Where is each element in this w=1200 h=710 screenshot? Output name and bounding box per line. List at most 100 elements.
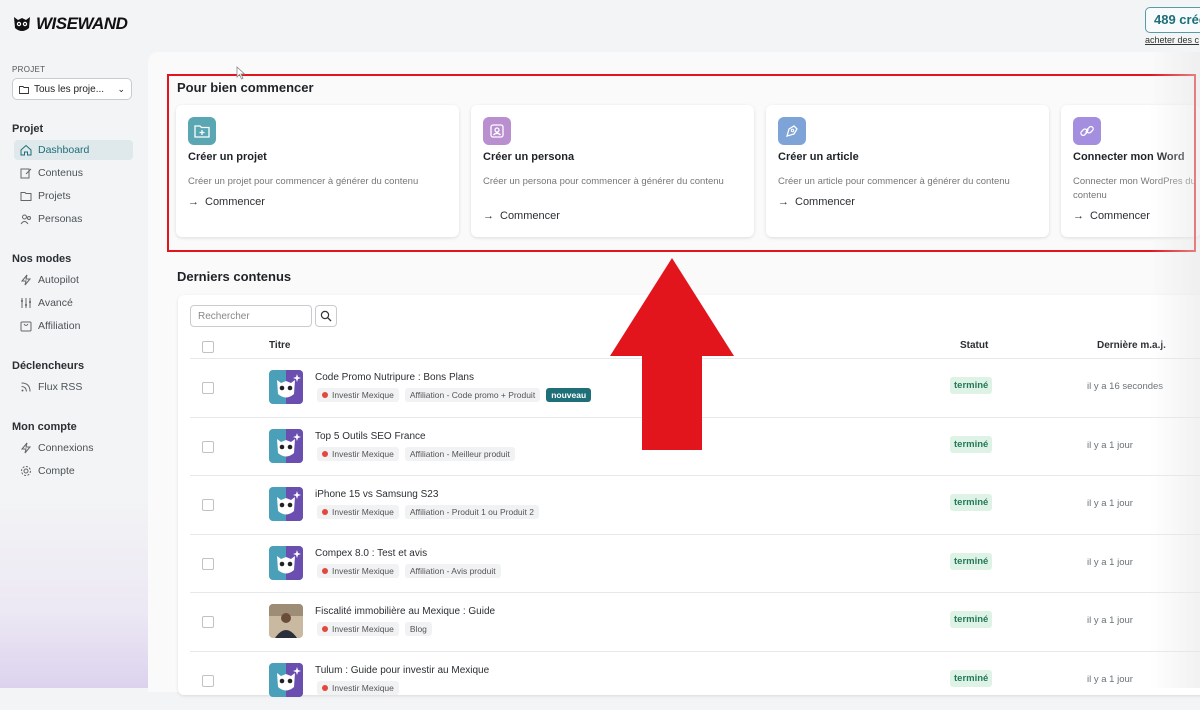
select-all-checkbox[interactable] [202, 341, 214, 353]
content-thumbnail [269, 428, 303, 463]
type-tag: Affiliation - Avis produit [404, 563, 501, 578]
updated-date: il y a 1 jour [1087, 439, 1133, 451]
project-dot-icon [322, 626, 328, 633]
highlight-box [167, 74, 1196, 252]
table-row[interactable]: Compex 8.0 : Test et avis Investir Mexiqu… [190, 533, 1200, 593]
edit-icon [20, 168, 32, 179]
status-badge: terminé [950, 435, 993, 453]
project-dot-icon [322, 450, 328, 457]
content-title[interactable]: Fiscalité immobilière au Mexique : Guide [315, 606, 495, 617]
nav-heading-projet: Projet [12, 123, 44, 135]
type-tag: Affiliation - Produit 1 ou Produit 2 [404, 505, 539, 520]
plug-icon [20, 442, 32, 454]
project-tag-label: Investir Mexique [332, 448, 394, 459]
content-thumbnail [269, 487, 303, 522]
project-dot-icon [322, 392, 328, 398]
users-icon [20, 214, 31, 225]
row-checkbox[interactable] [202, 499, 214, 512]
content-tags: Investir Mexique [317, 681, 399, 695]
type-tag: Affiliation - Meilleur produit [404, 446, 515, 461]
owl-logo-icon [14, 17, 30, 31]
updated-date: il y a 1 jour [1087, 498, 1133, 510]
sidebar-item-avance[interactable]: Avancé [14, 293, 133, 313]
content-thumbnail [269, 370, 303, 404]
project-tag: Investir Mexique [317, 681, 399, 695]
status-badge: terminé [950, 494, 993, 512]
column-header-updated[interactable]: Dernière m.a.j. [1097, 340, 1166, 351]
sidebar-item-label: Avancé [38, 297, 73, 309]
project-tag-label: Investir Mexique [332, 390, 394, 400]
content-title[interactable]: Compex 8.0 : Test et avis [315, 548, 427, 559]
content-tags: Investir Mexique Affiliation - Avis produ… [317, 563, 501, 578]
updated-date: il y a 16 secondes [1087, 381, 1164, 392]
project-tag-label: Investir Mexique [332, 507, 394, 518]
sidebar-item-label: Connexions [38, 442, 94, 454]
project-tag: Investir Mexique [317, 388, 399, 402]
sidebar-item-autopilot[interactable]: Autopilot [14, 270, 133, 290]
row-checkbox[interactable] [202, 557, 214, 570]
row-checkbox[interactable] [202, 382, 214, 394]
content-tags: Investir Mexique Affiliation - Meilleur p… [317, 446, 515, 461]
content-tags: Investir Mexique Affiliation - Code promo… [317, 388, 592, 402]
sidebar-item-label: Autopilot [38, 274, 79, 286]
sidebar-item-projets[interactable]: Projets [14, 186, 133, 206]
brand-logo[interactable]: WISEWAND [12, 14, 128, 34]
sidebar-item-personas[interactable]: Personas [14, 209, 133, 229]
sidebar-item-affiliation[interactable]: Affiliation [14, 316, 133, 336]
top-bar: WISEWAND 489 créd acheter des c [0, 0, 1200, 52]
project-tag: Investir Mexique [317, 446, 399, 461]
sidebar-item-label: Flux RSS [38, 381, 83, 393]
status-badge: terminé [950, 670, 993, 687]
content-title[interactable]: Code Promo Nutripure : Bons Plans [315, 372, 474, 383]
sidebar-item-connexions[interactable]: Connexions [14, 438, 133, 458]
content-thumbnail [269, 663, 303, 697]
chevron-down-icon: ⌄ [117, 83, 125, 94]
content-tags: Investir Mexique Blog [317, 622, 432, 637]
table-row[interactable]: Fiscalité immobilière au Mexique : Guide… [190, 592, 1200, 651]
sidebar-item-label: Projets [38, 190, 71, 202]
sidebar-item-label: Affiliation [38, 320, 81, 332]
content-title[interactable]: Top 5 Outils SEO France [315, 431, 426, 442]
sidebar-item-contenus[interactable]: Contenus [14, 163, 133, 183]
nav-heading-declencheurs: Déclencheurs [12, 360, 85, 372]
type-tag: Blog [404, 622, 432, 637]
column-header-title[interactable]: Titre [269, 340, 291, 351]
search-input[interactable]: Rechercher [190, 305, 312, 327]
project-label: PROJET [12, 65, 46, 74]
buy-credits-link[interactable]: acheter des c [1145, 35, 1199, 45]
status-badge: terminé [950, 377, 993, 394]
type-tag: Affiliation - Code promo + Produit [404, 388, 541, 402]
content-title[interactable]: Tulum : Guide pour investir au Mexique [315, 665, 489, 676]
column-header-status[interactable]: Statut [960, 340, 988, 351]
project-tag: Investir Mexique [317, 563, 399, 578]
credits-badge[interactable]: 489 créd [1145, 7, 1200, 33]
project-select[interactable]: Tous les proje... ⌄ [12, 78, 132, 100]
project-dot-icon [322, 509, 328, 516]
mouse-cursor-icon [236, 66, 246, 80]
sidebar-item-label: Contenus [38, 167, 83, 179]
sidebar-item-dashboard[interactable]: Dashboard [14, 140, 133, 160]
row-checkbox[interactable] [202, 440, 214, 453]
content-thumbnail [269, 604, 303, 639]
table-row[interactable]: iPhone 15 vs Samsung S23 Investir Mexique… [190, 475, 1200, 534]
project-tag-label: Investir Mexique [332, 565, 394, 576]
table-row[interactable]: Tulum : Guide pour investir au Mexique In… [190, 651, 1200, 710]
folder-icon [20, 192, 32, 201]
sidebar-item-flux-rss[interactable]: Flux RSS [14, 377, 133, 397]
sliders-icon [21, 298, 31, 308]
row-checkbox[interactable] [202, 675, 214, 687]
latest-contents-title: Derniers contenus [177, 269, 292, 284]
content-thumbnail [269, 545, 303, 580]
rss-icon [21, 382, 31, 392]
project-dot-icon [322, 567, 328, 574]
home-icon [20, 144, 32, 156]
folder-icon [19, 85, 29, 94]
row-checkbox[interactable] [202, 616, 214, 629]
content-title[interactable]: iPhone 15 vs Samsung S23 [315, 489, 438, 500]
status-badge: terminé [950, 552, 993, 570]
status-badge: terminé [950, 611, 993, 629]
sidebar-item-compte[interactable]: Compte [14, 461, 133, 481]
project-tag-label: Investir Mexique [332, 683, 394, 693]
search-button[interactable] [315, 305, 337, 327]
nav-heading-nos-modes: Nos modes [12, 253, 72, 265]
